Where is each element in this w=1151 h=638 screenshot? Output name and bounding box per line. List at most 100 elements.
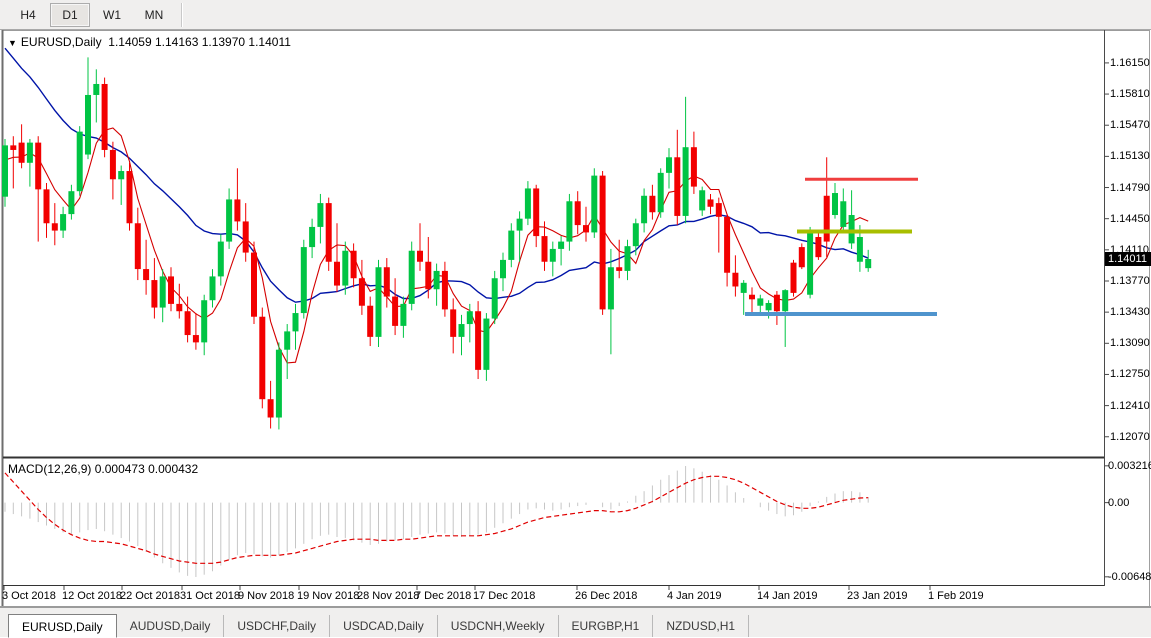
bull-candle-body — [218, 242, 224, 277]
bear-candle-body — [102, 84, 108, 150]
bear-candle-body — [799, 247, 805, 267]
bear-candle-body — [724, 217, 730, 273]
price-axis-label: 1.15810 — [1110, 88, 1150, 100]
bear-candle-body — [732, 273, 738, 287]
time-axis-label: 4 Jan 2019 — [667, 590, 721, 602]
bear-candle-body — [774, 295, 780, 311]
chart-tab-bar: EURUSD,DailyAUDUSD,DailyUSDCHF,DailyUSDC… — [0, 607, 1151, 637]
bear-candle-body — [691, 147, 697, 186]
bull-candle-body — [301, 247, 307, 313]
bull-candle-body — [865, 259, 871, 268]
time-axis-label: 7 Dec 2018 — [415, 590, 471, 602]
chart-window[interactable]: ▼EURUSD,Daily 1.14059 1.14163 1.13970 1.… — [0, 30, 1151, 607]
bear-candle-body — [575, 201, 581, 225]
bear-candle-body — [417, 251, 423, 262]
price-axis-label: 1.15470 — [1110, 119, 1150, 131]
bear-candle-body — [19, 143, 25, 163]
bull-candle-body — [500, 260, 506, 278]
bear-candle-body — [616, 267, 622, 271]
symbol-tab-usdcad[interactable]: USDCAD,Daily — [330, 615, 438, 637]
bull-candle-body — [492, 278, 498, 318]
bull-candle-body — [508, 231, 514, 260]
bull-candle-body — [434, 271, 440, 289]
bear-candle-body — [583, 225, 589, 232]
symbol-tab-usdchf[interactable]: USDCHF,Daily — [224, 615, 330, 637]
bear-candle-body — [791, 263, 797, 293]
bull-candle-body — [93, 84, 99, 95]
bull-candle-body — [741, 283, 747, 293]
bear-candle-body — [176, 304, 182, 311]
bull-candle-body — [400, 304, 406, 326]
bear-candle-body — [425, 262, 431, 289]
chart-canvas[interactable] — [0, 30, 1151, 607]
bear-candle-body — [450, 309, 456, 336]
bear-candle-body — [824, 196, 830, 242]
bull-candle-body — [77, 132, 83, 192]
symbol-tab-eurusd[interactable]: EURUSD,Daily — [8, 614, 117, 638]
bull-candle-body — [683, 147, 689, 216]
macd-axis-label: -0.006485 — [1108, 571, 1151, 583]
price-axis-label: 1.12070 — [1110, 431, 1150, 443]
bull-candle-body — [118, 171, 124, 179]
bear-candle-body — [334, 262, 340, 286]
bear-candle-body — [367, 306, 373, 337]
timeframe-button-d1[interactable]: D1 — [50, 3, 90, 27]
bear-candle-body — [359, 278, 365, 305]
time-axis-label: 22 Oct 2018 — [120, 590, 180, 602]
bull-candle-body — [160, 276, 166, 307]
bull-candle-body — [459, 324, 465, 337]
bear-candle-body — [649, 196, 655, 212]
bear-candle-body — [674, 157, 680, 216]
bear-candle-body — [127, 171, 133, 223]
bear-candle-body — [10, 145, 16, 150]
price-axis-label: 1.13090 — [1110, 337, 1150, 349]
bear-candle-body — [251, 253, 257, 317]
timeframe-button-mn[interactable]: MN — [134, 3, 174, 27]
price-axis-label: 1.14450 — [1110, 213, 1150, 225]
bull-candle-body — [625, 246, 631, 271]
bear-candle-body — [44, 189, 50, 223]
bear-candle-body — [143, 269, 149, 280]
bull-candle-body — [309, 227, 315, 247]
price-axis-label: 1.16150 — [1110, 57, 1150, 69]
bull-candle-body — [317, 203, 323, 227]
bull-candle-body — [210, 276, 216, 300]
bear-candle-body — [243, 221, 249, 252]
symbol-tab-usdcnh[interactable]: USDCNH,Weekly — [438, 615, 559, 637]
time-axis-label: 1 Feb 2019 — [928, 590, 984, 602]
bear-candle-body — [600, 176, 606, 310]
bear-candle-body — [475, 311, 481, 370]
bull-candle-body — [766, 303, 772, 310]
bear-candle-body — [151, 280, 157, 307]
chart-ohlc-values: 1.14059 1.14163 1.13970 1.14011 — [108, 35, 291, 49]
price-axis-label: 1.15130 — [1110, 150, 1150, 162]
bear-candle-body — [326, 203, 332, 262]
bear-candle-body — [234, 199, 240, 221]
bull-candle-body — [517, 219, 523, 231]
bull-candle-body — [591, 176, 597, 233]
timeframe-toolbar: H4D1W1MN — [0, 0, 1151, 30]
time-axis-label: 17 Dec 2018 — [473, 590, 535, 602]
bear-candle-body — [168, 276, 174, 303]
bear-candle-body — [185, 311, 191, 335]
symbol-tab-eurgbp[interactable]: EURGBP,H1 — [559, 615, 654, 637]
bull-candle-body — [550, 249, 556, 262]
bull-candle-body — [85, 95, 91, 155]
time-axis-label: 31 Oct 2018 — [180, 590, 240, 602]
bull-candle-body — [68, 191, 74, 214]
timeframe-button-h4[interactable]: H4 — [8, 3, 48, 27]
time-axis-label: 26 Dec 2018 — [575, 590, 637, 602]
symbol-tab-audusd[interactable]: AUDUSD,Daily — [117, 615, 225, 637]
timeframe-button-w1[interactable]: W1 — [92, 3, 132, 27]
time-axis-label: 23 Jan 2019 — [847, 590, 908, 602]
symbol-tab-nzdusd[interactable]: NZDUSD,H1 — [653, 615, 749, 637]
macd-values: 0.000473 0.000432 — [95, 462, 198, 476]
bull-candle-body — [60, 214, 66, 230]
bull-candle-body — [641, 196, 647, 223]
bull-candle-body — [525, 188, 531, 218]
bull-candle-body — [376, 267, 382, 337]
price-axis-label: 1.13770 — [1110, 275, 1150, 287]
bull-candle-body — [409, 251, 415, 304]
macd-axis-label: 0.00 — [1108, 497, 1129, 509]
price-axis-label: 1.14790 — [1110, 182, 1150, 194]
